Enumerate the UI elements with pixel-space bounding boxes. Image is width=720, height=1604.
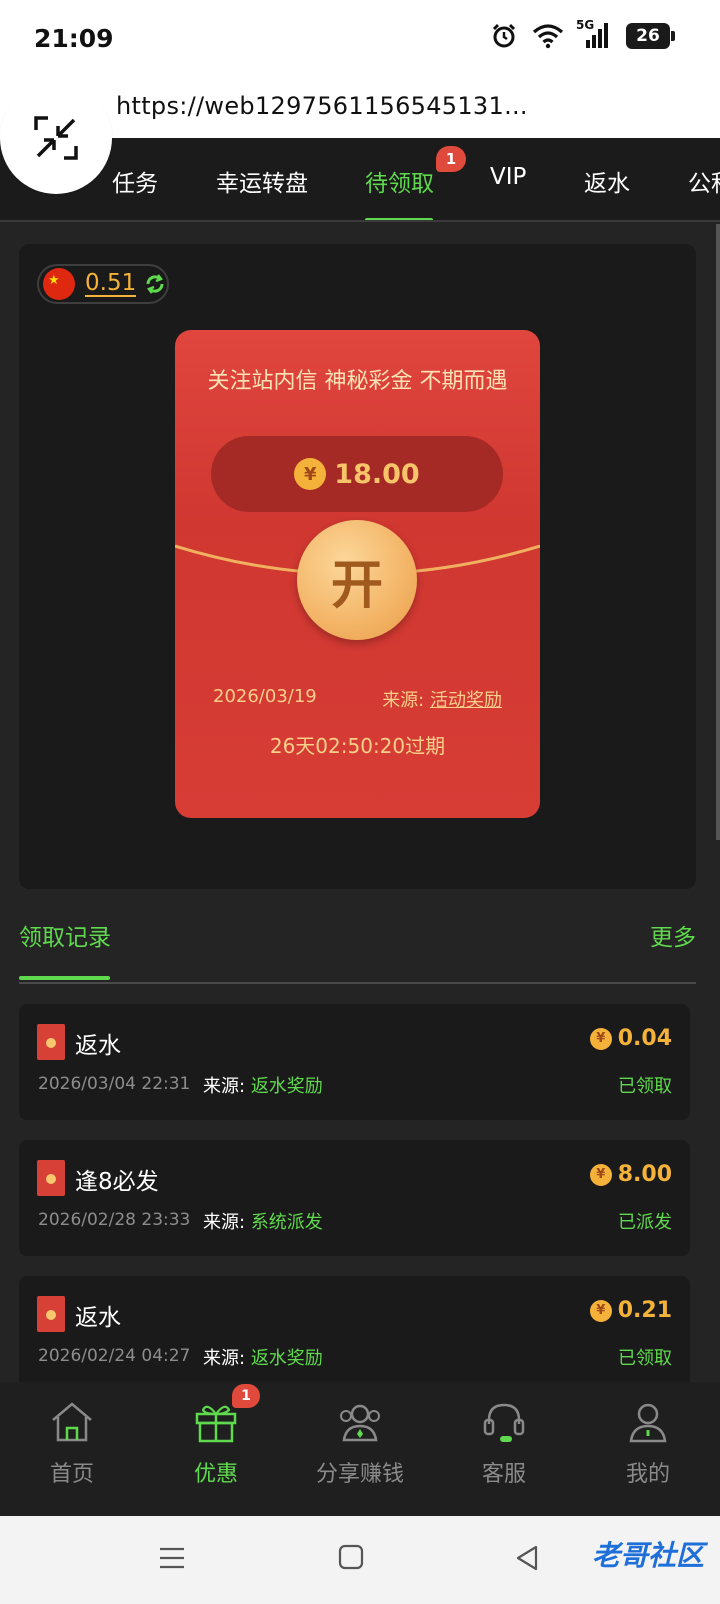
balance-value: 0.51 <box>85 270 137 297</box>
red-envelope-icon <box>37 1296 65 1332</box>
record-amount-value: 0.04 <box>617 1026 672 1051</box>
record-amount: ¥ 0.21 <box>589 1298 672 1323</box>
user-icon <box>629 1403 667 1443</box>
record-source-value: 返水奖励 <box>250 1076 323 1097</box>
red-envelope-icon <box>37 1160 65 1196</box>
tab-pending-claim[interactable]: 待领取 <box>365 164 434 198</box>
claim-records-header: 领取记录 更多 <box>19 912 696 984</box>
tab-rebate[interactable]: 返水 <box>584 164 630 198</box>
envelope-source: 来源: 活动奖励 <box>382 686 502 712</box>
nav-customer-service[interactable]: 客服 <box>434 1400 574 1488</box>
bottom-nav: 首页 优惠 分享赚钱 客服 我的 <box>0 1382 720 1516</box>
refresh-icon[interactable] <box>144 273 166 295</box>
yuan-coin-icon: ¥ <box>589 1027 612 1050</box>
envelope-expiry: 26天02:50:20过期 <box>269 734 446 758</box>
tab-lucky-wheel[interactable]: 幸运转盘 <box>216 164 308 198</box>
nav-badge: 1 <box>232 1384 260 1408</box>
records-title-underline <box>19 976 110 980</box>
record-status: 已领取 <box>618 1348 672 1369</box>
record-name: 返水 <box>75 1305 121 1331</box>
record-amount: ¥ 0.04 <box>589 1026 672 1051</box>
record-status: 已派发 <box>618 1212 672 1233</box>
nav-promotions[interactable]: 优惠 <box>146 1400 286 1488</box>
system-nav-bar: 老哥社区 <box>0 1516 720 1604</box>
envelope-amount: ¥ 18.00 <box>211 436 503 512</box>
alarm-icon <box>492 23 516 48</box>
envelope-title: 关注站内信 神秘彩金 不期而遇 <box>207 369 508 394</box>
record-source-label: 来源: <box>203 1076 246 1097</box>
yuan-coin-icon: ¥ <box>589 1299 612 1322</box>
url-text: https://web1297561156545131... <box>116 92 528 120</box>
network-type: 5G <box>576 18 595 32</box>
red-envelope-card: ★ 0.51 关注站内信 神秘彩金 不期而遇 ¥ 18.00 开 2026/03… <box>19 244 696 889</box>
red-envelope-icon <box>37 1024 65 1060</box>
back-triangle-icon[interactable] <box>514 1544 540 1572</box>
home-square-icon[interactable] <box>338 1544 364 1570</box>
watermark-logo: 老哥社区 <box>591 1539 704 1572</box>
wifi-icon <box>532 24 564 49</box>
record-item[interactable]: 逢8必发 ¥ 8.00 2026/02/28 23:33 来源: 系统派发 已派… <box>19 1140 690 1256</box>
nav-share-earn[interactable]: 分享赚钱 <box>290 1400 430 1488</box>
record-source-label: 来源: <box>203 1348 246 1369</box>
record-time: 2026/02/24 04:27 <box>38 1346 191 1366</box>
tab-tasks[interactable]: 任务 <box>112 164 158 198</box>
record-name: 逢8必发 <box>75 1169 159 1195</box>
record-source-value: 系统派发 <box>250 1212 323 1233</box>
record-name: 返水 <box>75 1033 121 1059</box>
envelope-date: 2026/03/19 <box>213 686 317 707</box>
record-source-value: 返水奖励 <box>250 1348 323 1369</box>
record-item[interactable]: 返水 ¥ 0.04 2026/03/04 22:31 来源: 返水奖励 已领取 <box>19 1004 690 1120</box>
active-tab-indicator <box>365 218 433 220</box>
battery-icon: 26 <box>626 23 675 49</box>
claim-records-title[interactable]: 领取记录 <box>19 918 111 952</box>
status-bar: 21:09 5G 26 <box>0 0 720 82</box>
yuan-coin-icon: ¥ <box>589 1163 612 1186</box>
record-source: 来源: 系统派发 <box>203 1208 323 1234</box>
tab-fund[interactable]: 公积 <box>688 164 720 198</box>
signal-icon: 5G <box>576 18 612 50</box>
record-time: 2026/03/04 22:31 <box>38 1074 191 1094</box>
record-amount: ¥ 8.00 <box>589 1162 672 1187</box>
collapse-arrows-icon <box>34 116 78 160</box>
cn-flag-icon: ★ <box>43 268 75 300</box>
tab-badge: 1 <box>436 146 466 172</box>
record-status: 已领取 <box>618 1076 672 1097</box>
nav-profile[interactable]: 我的 <box>578 1400 718 1488</box>
tab-vip[interactable]: VIP <box>490 164 526 190</box>
home-icon <box>52 1402 92 1442</box>
record-source-label: 来源: <box>203 1212 246 1233</box>
record-amount-value: 8.00 <box>617 1162 672 1187</box>
record-source: 来源: 返水奖励 <box>203 1072 323 1098</box>
source-link[interactable]: 活动奖励 <box>430 690 502 711</box>
status-icons: 5G 26 <box>490 18 675 50</box>
red-envelope: 关注站内信 神秘彩金 不期而遇 ¥ 18.00 开 2026/03/19 来源:… <box>175 330 540 818</box>
record-item[interactable]: 返水 ¥ 0.21 2026/02/24 04:27 来源: 返水奖励 已领取 <box>19 1276 690 1392</box>
open-envelope-button[interactable]: 开 <box>297 520 417 640</box>
record-amount-value: 0.21 <box>617 1298 672 1323</box>
headset-icon <box>483 1403 525 1442</box>
exit-fullscreen-button[interactable] <box>0 82 112 194</box>
record-time: 2026/02/28 23:33 <box>38 1210 191 1230</box>
status-time: 21:09 <box>34 24 114 53</box>
balance-pill: ★ 0.51 <box>37 264 169 304</box>
yuan-coin-icon: ¥ <box>294 458 327 490</box>
nav-home[interactable]: 首页 <box>2 1400 142 1488</box>
source-label: 来源: <box>382 690 425 711</box>
nav-promotions-label: 优惠 <box>193 1462 238 1487</box>
share-earn-icon <box>340 1404 380 1442</box>
nav-share-earn-label: 分享赚钱 <box>315 1462 404 1487</box>
nav-home-label: 首页 <box>49 1462 94 1487</box>
scrollbar[interactable] <box>716 224 720 840</box>
nav-profile-label: 我的 <box>625 1462 670 1487</box>
menu-icon[interactable] <box>158 1544 186 1572</box>
envelope-amount-value: 18.00 <box>334 458 420 490</box>
nav-customer-service-label: 客服 <box>481 1462 526 1487</box>
more-link[interactable]: 更多 <box>650 918 696 952</box>
record-source: 来源: 返水奖励 <box>203 1344 323 1370</box>
